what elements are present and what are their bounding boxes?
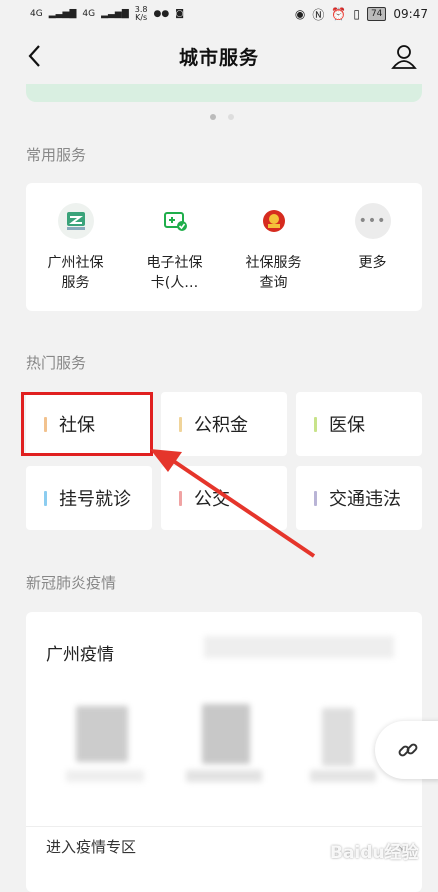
clock: 09:47 [393,7,428,21]
eye-icon: ◉ [294,7,306,21]
service-label: 更多 [358,255,387,271]
blurred-content [322,708,354,766]
tile-label: 社保 [59,415,95,436]
alarm-icon: ⏰ [331,7,347,21]
tile-accent-bar [44,490,47,506]
blurred-content [66,770,144,782]
nfc-icon: Ⓝ [312,7,325,22]
tile-label: 交通违法 [329,489,401,510]
national-emblem-icon [256,203,292,239]
tile-label: 医保 [329,415,365,436]
hot-service-traffic-violation[interactable]: 交通违法 [296,466,422,530]
tile-accent-bar [179,490,182,506]
service-e-social-card[interactable]: 电子社保 卡(人… [130,203,220,311]
signal-bars-icon-2: ▂▃▅▇ [101,9,129,19]
social-security-icon [57,203,94,239]
link-icon [398,743,418,757]
covid-card-title: 广州疫情 [46,645,114,665]
profile-button[interactable] [390,42,418,70]
person-icon [391,45,417,69]
watermark: Baidu经验 [330,843,419,863]
blurred-content [204,636,394,658]
service-more[interactable]: ••• 更多 [328,203,418,311]
tile-label: 挂号就诊 [59,489,131,510]
tile-accent-bar [314,490,317,506]
speed-unit: K/s [135,13,148,22]
wechat-notification-icon: ●● [153,9,170,19]
nav-bar: 城市服务 [0,28,438,84]
carousel-dot [228,114,234,120]
status-bar: 4G ▂▃▅▇ 4G ▂▃▅▇ 3.8 K/s ●● ◙ ◉ Ⓝ ⏰ ▯ 74 … [0,0,438,28]
common-services-title: 常用服务 [26,146,87,164]
blurred-content [186,770,262,782]
carousel-dots [210,114,234,120]
blurred-content [202,704,250,764]
e-card-icon [157,203,193,239]
back-chevron-icon [28,45,40,67]
hot-service-bus[interactable]: 公交 [161,466,287,530]
signal-4g-1: 4G [30,9,43,19]
service-label: 广州社保 [47,255,104,271]
status-right: ◉ Ⓝ ⏰ ▯ 74 09:47 [295,6,428,23]
floating-link-button[interactable] [375,721,438,779]
service-guangzhou-social-security[interactable]: 广州社保 服务 [31,203,121,311]
blurred-content [310,770,376,782]
hot-service-hospital-appointment[interactable]: 挂号就诊 [26,466,152,530]
tile-accent-bar [179,416,182,432]
banner-carousel[interactable] [26,84,422,102]
service-label: 电子社保 [146,255,203,271]
hot-service-housing-fund[interactable]: 公积金 [161,392,287,456]
back-button[interactable] [22,42,50,70]
enter-covid-label: 进入疫情专区 [46,838,137,856]
service-label-line2: 查询 [259,275,288,291]
battery-indicator: 74 [366,7,387,21]
page-title: 城市服务 [178,46,259,69]
service-label: 社保服务 [245,255,302,271]
vibrate-icon: ▯ [353,7,360,21]
app-notification-icon: ◙ [175,9,184,19]
status-left: 4G ▂▃▅▇ 4G ▂▃▅▇ 3.8 K/s ●● ◙ [30,6,184,22]
hot-service-medical-insurance[interactable]: 医保 [296,392,422,456]
network-speed: 3.8 K/s [135,6,148,22]
service-social-security-query[interactable]: 社保服务 查询 [229,203,319,311]
more-icon: ••• [354,203,391,239]
tile-accent-bar [314,416,317,432]
carousel-dot-active [210,114,216,120]
service-label-line2: 服务 [61,275,90,291]
hot-services-title: 热门服务 [26,354,87,372]
hot-service-social-security[interactable]: 社保 [26,392,152,456]
tile-accent-bar [44,416,47,432]
covid-section-title: 新冠肺炎疫情 [26,574,117,592]
signal-bars-icon: ▂▃▅▇ [48,9,77,19]
blurred-content [76,706,128,762]
tile-label: 公积金 [194,415,248,436]
service-label-line2: 卡(人… [150,275,199,291]
common-services-card: 广州社保 服务 电子社保 卡(人… 社保服务 查询 ••• 更多 [26,183,422,311]
signal-4g-2: 4G [82,9,96,19]
tile-label: 公交 [194,489,230,510]
